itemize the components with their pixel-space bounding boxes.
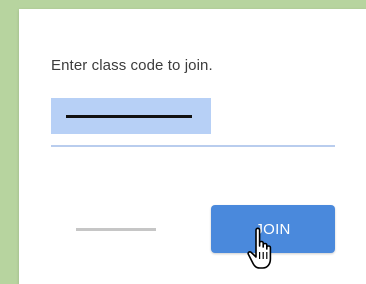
redacted-cancel-label <box>76 228 156 231</box>
class-code-input-underline <box>51 145 335 147</box>
join-class-dialog: Enter class code to join. JOIN <box>19 9 366 284</box>
redacted-class-code <box>66 115 192 118</box>
hand-pointer-icon <box>247 227 272 269</box>
join-prompt-text: Enter class code to join. <box>51 57 213 74</box>
cancel-button[interactable] <box>76 222 156 236</box>
class-code-input[interactable] <box>51 98 211 134</box>
